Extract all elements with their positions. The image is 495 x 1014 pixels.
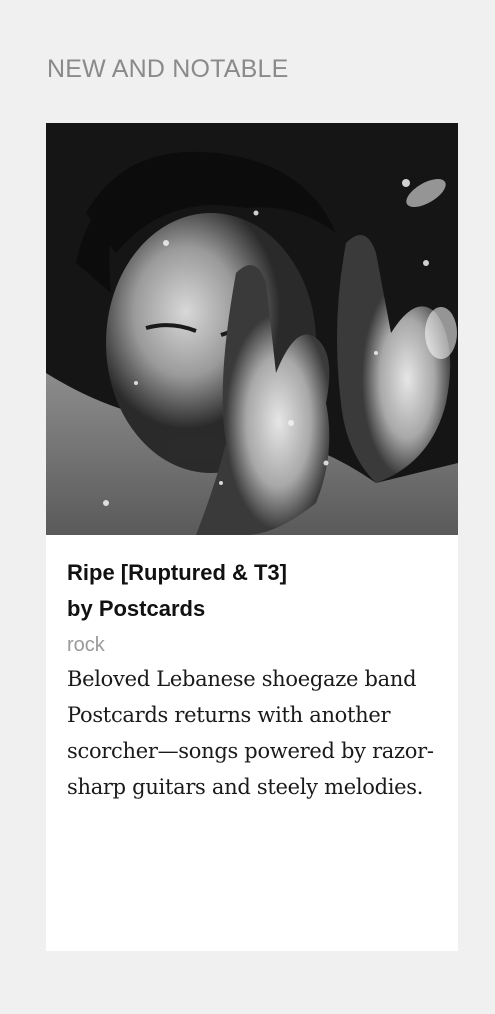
album-title[interactable]: Ripe [Ruptured & T3] — [67, 555, 437, 591]
album-artist-line[interactable]: by Postcards — [67, 591, 437, 627]
album-cover-photo — [46, 123, 458, 535]
featured-album-card[interactable]: Ripe [Ruptured & T3] by Postcards rock B… — [46, 123, 458, 951]
by-prefix: by — [67, 596, 93, 621]
album-description: Beloved Lebanese shoegaze band Postcards… — [67, 667, 434, 799]
genre-tag[interactable]: rock — [67, 629, 437, 661]
artist-name[interactable]: Postcards — [99, 596, 205, 621]
album-info: Ripe [Ruptured & T3] by Postcards rock B… — [67, 555, 437, 805]
section-title: NEW AND NOTABLE — [47, 55, 289, 83]
album-cover[interactable] — [46, 123, 458, 535]
